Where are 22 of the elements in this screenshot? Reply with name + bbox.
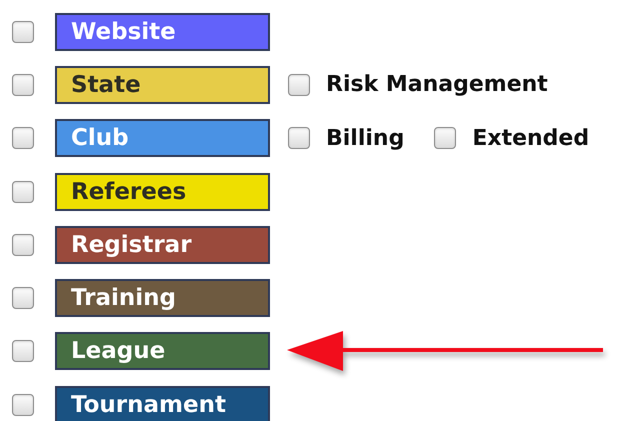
checkbox[interactable] [12,234,34,256]
checkbox[interactable] [12,287,34,310]
checkbox[interactable] [12,340,34,362]
role-label: State [55,66,270,104]
option-label: Billing [326,126,404,151]
option-label: Extended [472,126,590,151]
role-label: Tournament [55,386,270,421]
checkbox[interactable] [288,127,310,150]
checkbox[interactable] [12,127,34,150]
role-label: League [55,332,270,370]
role-label: Referees [55,172,270,211]
role-label: Club [55,119,270,158]
checkbox[interactable] [12,20,34,43]
role-label: Registrar [55,226,270,264]
role-label: Website [55,12,270,51]
checkbox[interactable] [434,127,456,150]
checkbox[interactable] [12,74,34,96]
checkbox[interactable] [288,74,310,96]
option-label: Risk Management [326,72,548,98]
checkbox[interactable] [12,180,34,203]
checkbox[interactable] [12,394,34,416]
role-label: Training [55,279,270,318]
